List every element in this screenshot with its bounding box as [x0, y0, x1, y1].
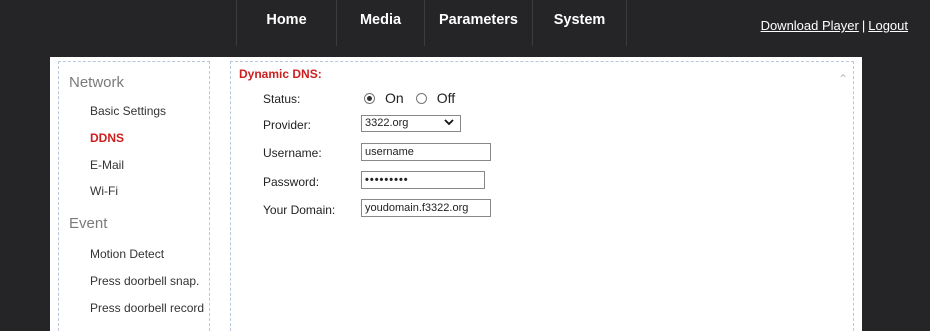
password-input[interactable] [361, 171, 485, 189]
domain-input[interactable] [361, 199, 491, 217]
top-navigation-bar: Home Media Parameters System Download Pl… [0, 0, 930, 46]
sidebar-item-press-doorbell-record[interactable]: Press doorbell record [90, 301, 204, 315]
sidebar-item-email[interactable]: E-Mail [90, 158, 124, 172]
top-links: Download Player | Logout [761, 18, 908, 33]
username-label: Username: [263, 146, 322, 160]
provider-selected-value: 3322.org [365, 117, 409, 129]
sidebar-item-basic-settings[interactable]: Basic Settings [90, 104, 166, 118]
settings-sidebar: Network Basic Settings DDNS E-Mail Wi-Fi… [58, 61, 210, 331]
main-panel: Network Basic Settings DDNS E-Mail Wi-Fi… [50, 57, 862, 331]
sidebar-item-motion-detect[interactable]: Motion Detect [90, 247, 164, 261]
status-label: Status: [263, 92, 301, 106]
section-title-network: Network [69, 74, 125, 91]
download-player-link[interactable]: Download Player [761, 18, 859, 33]
section-title-dynamic-dns: Dynamic DNS: [239, 67, 322, 81]
main-nav: Home Media Parameters System [236, 0, 627, 46]
status-off-label: Off [436, 90, 456, 106]
sidebar-item-press-doorbell-snap[interactable]: Press doorbell snap. [90, 274, 199, 288]
sidebar-item-wifi[interactable]: Wi-Fi [90, 184, 118, 198]
password-label: Password: [263, 175, 320, 189]
status-on-label: On [385, 90, 404, 106]
nav-system[interactable]: System [532, 0, 627, 46]
status-radio-group: On Off [364, 90, 467, 106]
status-on-radio[interactable] [364, 92, 375, 104]
username-input[interactable] [361, 143, 491, 161]
logout-link[interactable]: Logout [868, 18, 908, 33]
provider-label: Provider: [263, 118, 312, 132]
chevron-up-icon[interactable]: ⌃ [838, 72, 848, 86]
chevron-down-icon [444, 116, 454, 131]
ddns-settings-content: Dynamic DNS: ⌃ Status: On Off Provider: … [230, 61, 854, 331]
link-separator: | [861, 18, 866, 33]
nav-parameters[interactable]: Parameters [424, 0, 532, 46]
provider-select[interactable]: 3322.org [361, 115, 461, 132]
status-off-radio[interactable] [415, 92, 427, 104]
sidebar-item-ddns[interactable]: DDNS [90, 131, 124, 145]
nav-home[interactable]: Home [236, 0, 336, 46]
domain-label: Your Domain: [263, 203, 336, 217]
section-title-event: Event [69, 215, 108, 232]
nav-media[interactable]: Media [336, 0, 424, 46]
